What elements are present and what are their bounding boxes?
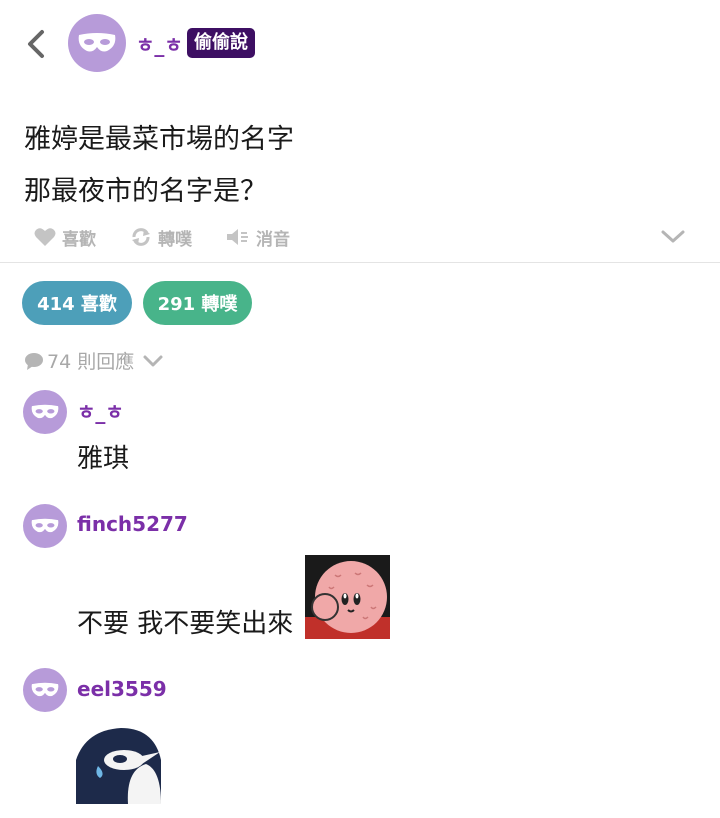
replurk-label: 轉噗 <box>158 229 192 250</box>
like-label: 喜歡 <box>62 229 96 250</box>
replurks-count-button[interactable]: 291 轉噗 <box>143 281 252 325</box>
mask-icon <box>31 404 59 419</box>
heart-icon <box>34 228 56 246</box>
post-content: 雅婷是最菜市場的名字 那最夜市的名字是？ <box>24 114 294 218</box>
post-line: 那最夜市的名字是？ <box>24 176 267 207</box>
chevron-down-icon <box>661 230 685 243</box>
speech-bubble-icon <box>25 352 43 370</box>
anonymous-tag: 偷偷說 <box>187 28 255 58</box>
commenter-avatar[interactable] <box>23 390 67 434</box>
mask-icon <box>78 33 116 52</box>
commenter-username[interactable]: ㅎ_ㅎ <box>77 396 124 425</box>
more-options-button[interactable] <box>660 226 686 250</box>
mute-icon <box>227 229 248 245</box>
replurk-icon <box>132 228 150 246</box>
mask-icon <box>31 682 59 697</box>
author-avatar[interactable] <box>68 14 126 72</box>
back-arrow-icon <box>28 30 44 58</box>
commenter-avatar[interactable] <box>23 668 67 712</box>
replies-count: 74 則回應 <box>47 351 135 373</box>
back-button[interactable] <box>22 28 50 60</box>
kirby-sticker-image <box>305 555 390 639</box>
divider <box>0 262 720 263</box>
comment-text: 雅琪 <box>77 444 130 474</box>
replies-toggle[interactable]: 74 則回應 <box>24 347 167 374</box>
penguin-sticker-image <box>76 720 161 804</box>
commenter-username[interactable]: finch5277 <box>77 512 188 536</box>
post-line: 雅婷是最菜市場的名字 <box>24 124 294 155</box>
mute-button[interactable]: 消音 <box>226 225 290 250</box>
commenter-username[interactable]: eel3559 <box>77 677 167 701</box>
like-button[interactable]: 喜歡 <box>34 225 96 250</box>
mask-icon <box>31 518 59 533</box>
post-actions: 喜歡 轉噗 消音 <box>34 222 324 252</box>
replurk-button[interactable]: 轉噗 <box>130 225 192 250</box>
comment-text: 不要 我不要笑出來 <box>77 609 294 639</box>
mute-label: 消音 <box>256 229 290 250</box>
chevron-down-icon <box>143 355 163 366</box>
commenter-avatar[interactable] <box>23 504 67 548</box>
likes-count-button[interactable]: 414 喜歡 <box>22 281 132 325</box>
author-username[interactable]: ㅎ_ㅎ <box>136 29 183 58</box>
